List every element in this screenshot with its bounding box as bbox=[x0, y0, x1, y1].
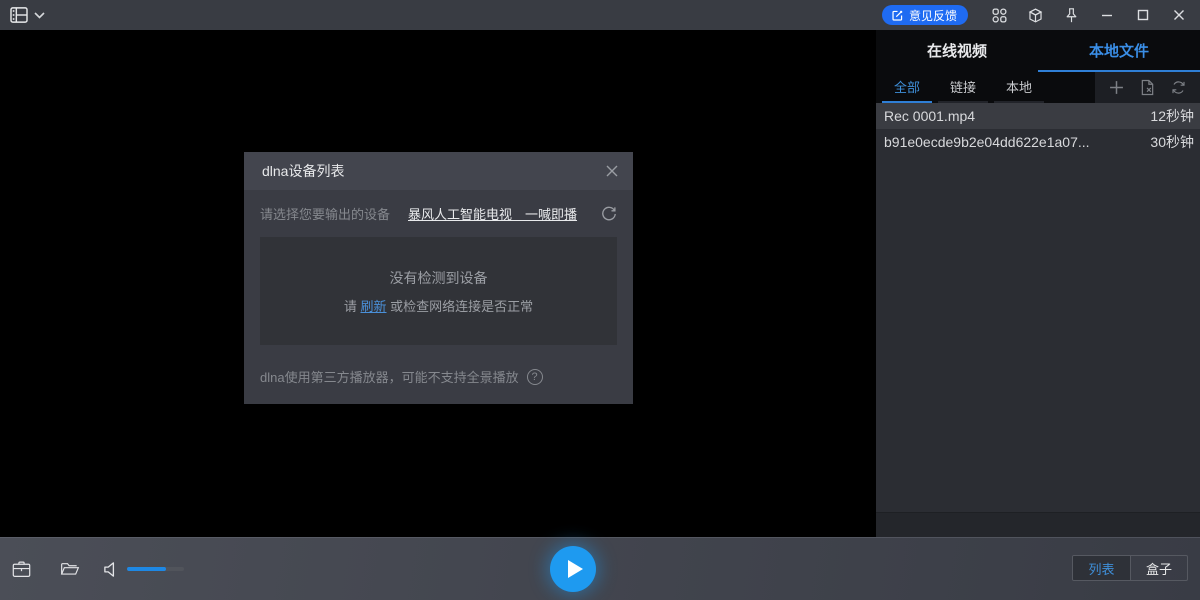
bottom-controlbar: 列表 盒子 bbox=[0, 537, 1200, 600]
subtab-all[interactable]: 全部 bbox=[882, 72, 932, 103]
toolbox-icon[interactable] bbox=[12, 560, 31, 578]
remove-invalid-file-icon[interactable] bbox=[1140, 79, 1155, 96]
empty-title: 没有检测到设备 bbox=[390, 268, 488, 288]
titlebar: 意见反馈 bbox=[0, 0, 1200, 30]
dialog-close-icon[interactable] bbox=[605, 164, 619, 178]
file-row[interactable]: b91e0ecde9b2e04dd622e1a07... 30秒钟 bbox=[876, 129, 1200, 155]
filmstrip-logo-icon[interactable] bbox=[10, 7, 28, 23]
file-duration: 12秒钟 bbox=[1150, 106, 1194, 126]
sidebar-subtabs: 全部 链接 本地 bbox=[876, 72, 1200, 103]
close-button[interactable] bbox=[1166, 4, 1192, 26]
file-name: b91e0ecde9b2e04dd622e1a07... bbox=[884, 134, 1142, 150]
minimize-button[interactable] bbox=[1094, 4, 1120, 26]
view-mode-box[interactable]: 盒子 bbox=[1130, 556, 1187, 580]
device-link[interactable]: 暴风人工智能电视 一喊即播 bbox=[408, 204, 577, 223]
refresh-list-icon[interactable] bbox=[1171, 80, 1186, 95]
volume-slider[interactable] bbox=[127, 567, 184, 571]
dlna-note-label: dlna使用第三方播放器，可能不支持全景播放 bbox=[260, 367, 519, 386]
add-file-icon[interactable] bbox=[1109, 80, 1124, 95]
dialog-header: dlna设备列表 bbox=[244, 152, 633, 190]
device-empty-box: 没有检测到设备 请 刷新 或检查网络连接是否正常 bbox=[260, 237, 617, 345]
apps-grid-icon[interactable] bbox=[986, 4, 1012, 26]
dialog-refresh-icon[interactable] bbox=[601, 206, 617, 222]
tab-local-files[interactable]: 本地文件 bbox=[1038, 30, 1200, 72]
edit-icon bbox=[891, 9, 904, 22]
tab-online-video[interactable]: 在线视频 bbox=[876, 30, 1038, 72]
view-mode-toggle: 列表 盒子 bbox=[1072, 555, 1188, 581]
file-list: Rec 0001.mp4 12秒钟 b91e0ecde9b2e04dd622e1… bbox=[876, 103, 1200, 512]
sidebar: 在线视频 本地文件 全部 链接 本地 bbox=[876, 30, 1200, 537]
video-area[interactable]: dlna设备列表 请选择您要输出的设备 暴风人工智能电视 一喊即播 bbox=[0, 30, 876, 537]
player-window: 意见反馈 bbox=[0, 0, 1200, 600]
empty-hint-pre: 请 bbox=[344, 299, 357, 314]
view-mode-list[interactable]: 列表 bbox=[1073, 556, 1130, 580]
volume-icon[interactable] bbox=[103, 561, 120, 578]
open-folder-icon[interactable] bbox=[60, 561, 80, 578]
empty-hint-post: 或检查网络连接是否正常 bbox=[390, 299, 533, 314]
dialog-title: dlna设备列表 bbox=[262, 161, 344, 181]
play-button[interactable] bbox=[550, 546, 596, 592]
sidebar-footer bbox=[876, 512, 1200, 537]
play-icon bbox=[568, 560, 583, 578]
refresh-link[interactable]: 刷新 bbox=[360, 299, 386, 314]
sidebar-tabs: 在线视频 本地文件 bbox=[876, 30, 1200, 72]
subtab-link[interactable]: 链接 bbox=[938, 72, 988, 103]
subtab-local[interactable]: 本地 bbox=[994, 72, 1044, 103]
cube-icon[interactable] bbox=[1022, 4, 1048, 26]
pin-icon[interactable] bbox=[1058, 4, 1084, 26]
file-duration: 30秒钟 bbox=[1150, 132, 1194, 152]
chevron-down-icon[interactable] bbox=[34, 12, 45, 19]
question-circle-icon[interactable]: ? bbox=[527, 369, 543, 385]
empty-hint: 请 刷新 或检查网络连接是否正常 bbox=[344, 296, 533, 315]
file-row[interactable]: Rec 0001.mp4 12秒钟 bbox=[876, 103, 1200, 129]
device-prompt-label: 请选择您要输出的设备 bbox=[260, 204, 390, 223]
feedback-button[interactable]: 意见反馈 bbox=[882, 5, 968, 25]
maximize-button[interactable] bbox=[1130, 4, 1156, 26]
feedback-label: 意见反馈 bbox=[909, 7, 957, 24]
volume-slider-fill bbox=[127, 567, 166, 571]
file-name: Rec 0001.mp4 bbox=[884, 108, 1142, 124]
dlna-dialog: dlna设备列表 请选择您要输出的设备 暴风人工智能电视 一喊即播 bbox=[244, 152, 633, 404]
